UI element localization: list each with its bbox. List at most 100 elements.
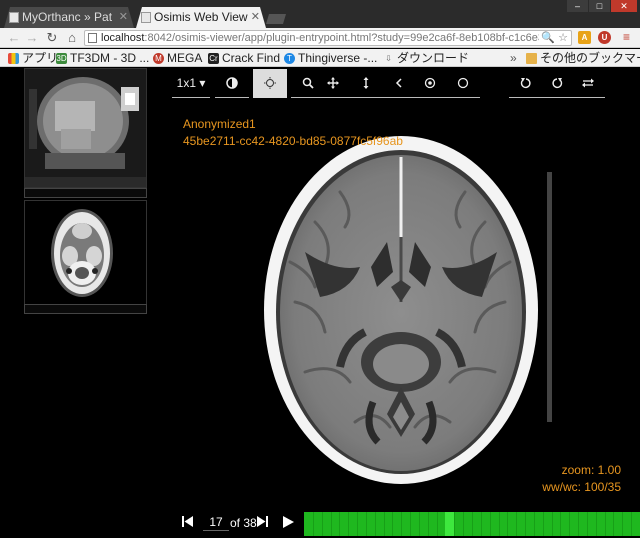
bookmark-download[interactable]: ⇩ ダウンロード bbox=[383, 49, 469, 67]
download-icon: ⇩ bbox=[385, 54, 392, 63]
timeline-tick bbox=[410, 512, 411, 536]
frame-timeline[interactable] bbox=[304, 512, 640, 536]
patient-info-overlay: Anonymized1 45be2711-cc42-4820-bd85-0877… bbox=[183, 116, 403, 150]
windowing-tool[interactable] bbox=[253, 69, 287, 98]
first-frame-button[interactable] bbox=[182, 516, 193, 530]
timeline-tick bbox=[313, 512, 314, 536]
timeline-tick bbox=[516, 512, 517, 536]
menu-icon[interactable]: ≡ bbox=[620, 31, 633, 44]
bookmark-apps[interactable]: アプリ bbox=[8, 49, 58, 67]
ct-brain-slice bbox=[165, 102, 640, 508]
timeline-tick bbox=[392, 512, 393, 536]
bookmarks-overflow-button[interactable]: » bbox=[510, 49, 517, 67]
minimize-button[interactable]: – bbox=[567, 0, 588, 12]
timeline-tick bbox=[419, 512, 420, 536]
back-button[interactable]: ← bbox=[6, 29, 22, 47]
flip-horizontal-tool[interactable] bbox=[571, 69, 605, 98]
apps-icon bbox=[8, 53, 19, 64]
scout-image bbox=[25, 69, 146, 187]
bookmark-thingiverse[interactable]: T Thingiverse -... bbox=[284, 49, 377, 67]
timeline-tick bbox=[357, 512, 358, 536]
tf3dm-icon: 3D bbox=[56, 53, 67, 64]
contrast-tool[interactable] bbox=[215, 69, 249, 98]
timeline-tick bbox=[587, 512, 588, 536]
close-icon[interactable]: ✕ bbox=[119, 7, 128, 28]
timeline-tick bbox=[339, 512, 340, 536]
folder-icon bbox=[526, 53, 537, 64]
timeline-tick bbox=[525, 512, 526, 536]
timeline-tick bbox=[534, 512, 535, 536]
series-thumbnail-scout[interactable] bbox=[24, 68, 147, 188]
tab-title: MyOrthanc » Pat bbox=[22, 10, 113, 24]
timeline-tick bbox=[605, 512, 606, 536]
target-icon bbox=[424, 77, 436, 89]
extension-icon[interactable]: A bbox=[578, 31, 591, 44]
home-button[interactable]: ⌂ bbox=[64, 29, 80, 47]
reload-button[interactable]: ↻ bbox=[44, 29, 60, 47]
rotate-right-tool[interactable] bbox=[540, 69, 574, 98]
rotate-left-tool[interactable] bbox=[509, 69, 543, 98]
horizontal-arrows-icon bbox=[582, 78, 594, 88]
skip-forward-icon bbox=[257, 516, 268, 527]
forward-button[interactable]: → bbox=[24, 29, 40, 47]
browser-toolbar: ← → ↻ ⌂ localhost:8042/osimis-viewer/app… bbox=[0, 28, 640, 48]
timeline-tick bbox=[596, 512, 597, 536]
layout-selector[interactable]: 1x1 ▾ bbox=[172, 69, 210, 98]
timeline-tick bbox=[463, 512, 464, 536]
timeline-tick bbox=[428, 512, 429, 536]
timeline-tick bbox=[631, 512, 632, 536]
maximize-button[interactable]: □ bbox=[589, 0, 610, 12]
zoom-level: zoom: 1.00 bbox=[561, 463, 621, 477]
circle-icon bbox=[457, 77, 469, 89]
bookmark-star-icon[interactable]: 🔍 ☆ bbox=[539, 31, 568, 45]
axial-thumbnail-image bbox=[25, 201, 146, 313]
image-viewport[interactable] bbox=[165, 102, 640, 508]
timeline-tick bbox=[437, 512, 438, 536]
timeline-tick bbox=[366, 512, 367, 536]
pan-tool[interactable] bbox=[316, 69, 350, 98]
dicom-viewer: 1x1 ▾ Anonymized1 45be2711-cc42-4820-bd8… bbox=[0, 68, 640, 538]
timeline-tick bbox=[384, 512, 385, 536]
bookmark-tf3dm[interactable]: 3D TF3DM - 3D ... bbox=[56, 49, 149, 67]
bookmark-crack-find[interactable]: Cr Crack Find bbox=[208, 49, 280, 67]
timeline-tick bbox=[445, 512, 446, 536]
bookmark-other[interactable]: その他のブックマーク bbox=[526, 49, 640, 67]
bookmark-mega[interactable]: M MEGA bbox=[153, 49, 202, 67]
url-host: localhost bbox=[101, 32, 145, 44]
tab-osimis-web-viewer[interactable]: Osimis Web View ✕ bbox=[136, 7, 266, 28]
page-icon bbox=[9, 12, 19, 23]
address-bar[interactable]: localhost:8042/osimis-viewer/app/plugin-… bbox=[84, 30, 572, 46]
ellipse-tool[interactable] bbox=[446, 69, 480, 98]
patient-name: Anonymized1 bbox=[183, 117, 256, 131]
length-tool[interactable] bbox=[349, 69, 383, 98]
timeline-tick bbox=[560, 512, 561, 536]
search-icon bbox=[302, 77, 314, 89]
new-tab-button[interactable] bbox=[266, 14, 286, 24]
play-button[interactable] bbox=[283, 516, 294, 530]
page-icon bbox=[88, 33, 97, 43]
last-frame-button[interactable] bbox=[257, 516, 268, 530]
timeline-tick bbox=[507, 512, 508, 536]
timeline-tick bbox=[375, 512, 376, 536]
tab-myorthanc[interactable]: MyOrthanc » Pat ✕ bbox=[4, 7, 134, 28]
close-window-button[interactable]: ✕ bbox=[611, 0, 637, 12]
timeline-tick bbox=[578, 512, 579, 536]
timeline-tick bbox=[454, 512, 455, 536]
point-tool[interactable] bbox=[413, 69, 447, 98]
browser-window: MyOrthanc » Pat ✕ Osimis Web View ✕ – □ … bbox=[0, 0, 640, 538]
timeline-tick bbox=[613, 512, 614, 536]
contrast-icon bbox=[226, 77, 238, 89]
timeline-tick bbox=[348, 512, 349, 536]
frame-number-input[interactable]: 17 bbox=[203, 514, 229, 531]
timeline-tick bbox=[481, 512, 482, 536]
timeline-tick bbox=[490, 512, 491, 536]
timeline-tick bbox=[552, 512, 553, 536]
ublock-icon[interactable]: U bbox=[598, 31, 611, 44]
series-thumbnail-axial[interactable] bbox=[24, 200, 147, 314]
frame-total-label: of 38 bbox=[230, 516, 257, 530]
timeline-tick bbox=[543, 512, 544, 536]
page-icon bbox=[141, 12, 151, 23]
close-icon[interactable]: ✕ bbox=[251, 7, 260, 28]
angle-tool[interactable] bbox=[382, 69, 416, 98]
rotate-right-icon bbox=[552, 78, 563, 89]
